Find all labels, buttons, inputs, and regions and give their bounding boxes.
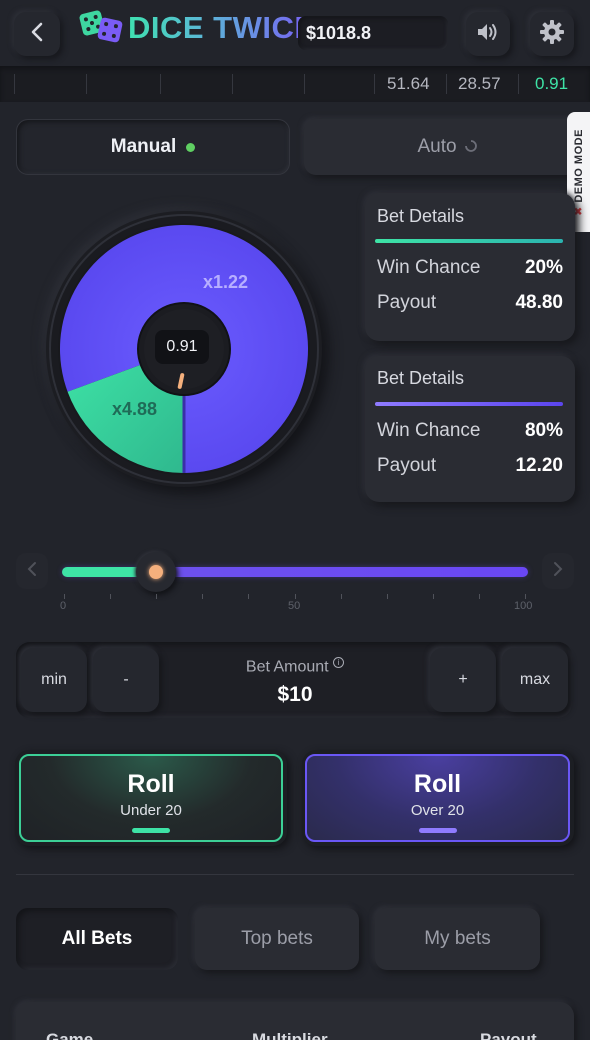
history-value: 28.57 (458, 74, 501, 93)
tab-auto-label: Auto (417, 136, 457, 157)
scale-tick (110, 594, 111, 599)
column-header-multiplier: Multiplier (252, 1030, 328, 1040)
demo-mode-label: DEMO MODE (573, 128, 585, 203)
scale-tick (156, 594, 157, 599)
roll-under-title: Roll (127, 770, 175, 798)
segment-multiplier-label: x4.88 (112, 399, 158, 419)
chevron-right-icon (553, 561, 563, 582)
history-divider (304, 74, 305, 94)
bet-amount-label: Bet Amount i (210, 657, 380, 676)
back-button[interactable] (14, 12, 60, 56)
win-chance-label: Win Chance (377, 257, 481, 278)
roll-result-value: 0.91 (155, 330, 209, 364)
roll-over-button[interactable]: Roll Over 20 (305, 754, 570, 842)
slider-decrease-button[interactable] (16, 553, 48, 589)
roll-under-button[interactable]: Roll Under 20 (19, 754, 283, 842)
scale-tick (202, 594, 203, 599)
scale-label: 0 (60, 600, 67, 612)
roll-under-subtitle: Under 20 (120, 802, 182, 819)
tab-all-bets[interactable]: All Bets (16, 908, 178, 970)
roll-over-indicator (418, 828, 457, 833)
win-chance-row: Win Chance 80% (377, 420, 563, 442)
column-header-game: Game (46, 1030, 94, 1040)
max-bet-button[interactable]: max (502, 648, 568, 712)
bet-amount-input[interactable]: $10 (210, 683, 380, 707)
win-chance-row: Win Chance 20% (377, 257, 563, 279)
dice-icon (78, 8, 124, 49)
scale-label: 100 (514, 600, 533, 612)
scale-tick (64, 594, 65, 599)
payout-value: 48.80 (515, 292, 563, 313)
roll-over-title: Roll (413, 770, 462, 798)
slider-increase-button[interactable] (542, 553, 574, 589)
logo-text: DICE TWICE (128, 10, 316, 45)
history-value: 0.91 (535, 74, 569, 93)
bet-details-card: Bet Details Win Chance 80% Payout 12.20 (365, 356, 575, 502)
scale-tick (248, 594, 249, 599)
tab-my-bets[interactable]: My bets (375, 908, 540, 970)
accent-bar (375, 402, 563, 406)
increase-bet-button[interactable]: + (430, 648, 496, 712)
payout-value: 12.20 (515, 455, 563, 476)
chevron-left-icon (30, 22, 44, 47)
history-divider (374, 74, 375, 94)
sound-button[interactable] (466, 12, 510, 56)
min-bet-button[interactable]: min (21, 648, 87, 712)
tab-manual[interactable]: Manual (16, 119, 290, 175)
scale-tick (341, 594, 342, 599)
scale-tick (525, 594, 526, 599)
roll-under-container: Roll Under 20 (15, 750, 287, 846)
scale-tick (387, 594, 388, 599)
win-chance-label: Win Chance (377, 420, 481, 441)
win-chance-value: 20% (524, 257, 563, 278)
payout-label: Payout (377, 292, 437, 313)
history-divider (518, 74, 519, 94)
tab-top-bets[interactable]: Top bets (195, 908, 359, 970)
scale-label: 50 (288, 600, 301, 612)
slider-thumb[interactable] (136, 552, 176, 592)
bet-amount-label-text: Bet Amount (245, 658, 329, 676)
win-chance-value: 80% (524, 420, 563, 441)
roll-over-subtitle: Over 20 (410, 802, 465, 819)
tab-manual-label: Manual (110, 136, 177, 157)
segment-multiplier-label: x1.22 (203, 272, 249, 292)
history-divider (86, 74, 87, 94)
active-indicator (186, 142, 196, 152)
scale-tick (295, 594, 296, 599)
settings-button[interactable] (530, 12, 574, 56)
payout-row: Payout 12.20 (377, 455, 563, 477)
history-divider (160, 74, 161, 94)
decrease-bet-button[interactable]: - (93, 648, 159, 712)
spinner-icon (464, 136, 477, 158)
card-title: Bet Details (377, 206, 465, 226)
history-divider (446, 74, 447, 94)
roll-history-strip (0, 66, 590, 102)
scale-tick (433, 594, 434, 599)
bet-details-card: Bet Details Win Chance 20% Payout 48.80 (365, 193, 575, 341)
balance-display: $1018.8 (298, 16, 448, 50)
section-divider (16, 874, 574, 875)
accent-bar (375, 239, 563, 243)
speaker-icon (476, 21, 500, 48)
chevron-left-icon (27, 561, 37, 582)
card-title: Bet Details (377, 368, 465, 388)
payout-label: Payout (377, 455, 437, 476)
tab-auto[interactable]: Auto (304, 119, 590, 175)
logo: DICE TWICE (78, 8, 316, 48)
column-header-payout: Payout (480, 1030, 537, 1040)
slider-track[interactable] (62, 567, 528, 577)
scale-tick (479, 594, 480, 599)
history-value: 51.64 (387, 74, 430, 93)
slider-thumb-dot (149, 565, 163, 579)
payout-row: Payout 48.80 (377, 292, 563, 314)
info-icon[interactable]: i (333, 657, 345, 668)
history-divider (232, 74, 233, 94)
history-divider (14, 74, 15, 94)
roll-over-container: Roll Over 20 (302, 750, 574, 846)
roll-under-indicator (132, 828, 170, 833)
gear-icon (539, 19, 565, 50)
